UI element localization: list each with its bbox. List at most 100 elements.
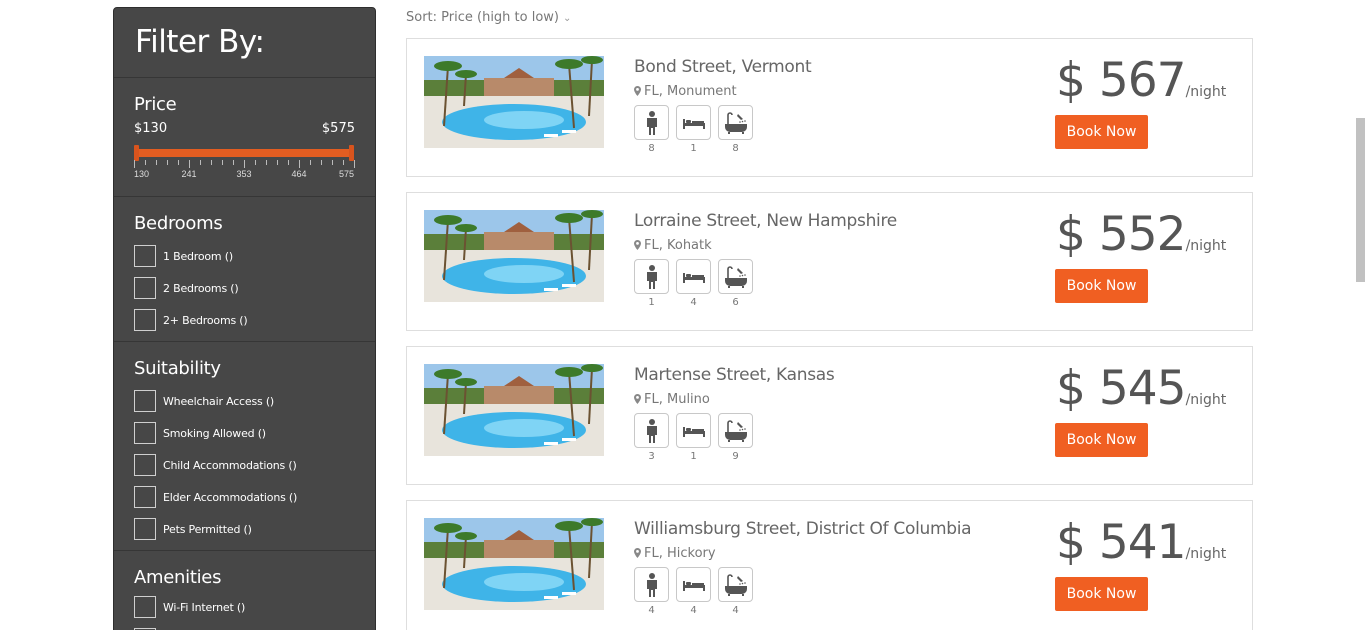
baths-count: 4	[732, 605, 739, 616]
listing-info: Martense Street, Kansas FL, Mulino 3 1 9	[634, 365, 835, 462]
listing-location: FL, Hickory	[634, 546, 971, 561]
listing-amenities: 8 1 8	[634, 105, 811, 154]
baths-count: 6	[732, 297, 739, 308]
price-slider-range	[134, 149, 354, 157]
listing-card: Williamsburg Street, District Of Columbi…	[406, 500, 1253, 630]
amenity-option-wifi[interactable]: Wi-Fi Internet ()	[134, 591, 375, 623]
listing-location: FL, Mulino	[634, 392, 834, 407]
slider-tick	[189, 160, 190, 168]
bed-icon	[682, 118, 705, 129]
page-scrollbar-thumb[interactable]	[1356, 118, 1365, 282]
book-now-button[interactable]: Book Now	[1055, 423, 1148, 457]
listing-street[interactable]: Lorraine Street, New Hampshire	[634, 211, 897, 231]
book-now-button[interactable]: Book Now	[1055, 115, 1148, 149]
property-photo[interactable]	[424, 210, 604, 302]
book-now-button[interactable]: Book Now	[1055, 577, 1148, 611]
suitability-option-wheelchair[interactable]: Wheelchair Access ()	[134, 385, 375, 417]
slider-tick	[321, 160, 322, 165]
beds-amenity: 4	[676, 567, 711, 616]
listing-card: Martense Street, Kansas FL, Mulino 3 1 9	[406, 346, 1253, 485]
bed-icon	[682, 426, 705, 437]
person-icon	[646, 572, 657, 597]
property-photo[interactable]	[424, 518, 604, 610]
tick-label: 464	[291, 169, 307, 179]
checkbox-label: Wheelchair Access ()	[163, 394, 275, 408]
baths-amenity: 8	[718, 105, 753, 154]
price-heading: Price	[134, 94, 177, 115]
bedroom-option-1[interactable]: 1 Bedroom ()	[134, 240, 375, 272]
checkbox[interactable]	[134, 390, 156, 412]
guests-amenity: 4	[634, 567, 669, 616]
suitability-option-pets[interactable]: Pets Permitted ()	[134, 513, 375, 545]
price-amount: $ 567	[1056, 53, 1187, 108]
guests-amenity: 3	[634, 413, 669, 462]
checkbox[interactable]	[134, 422, 156, 444]
slider-tick	[255, 160, 256, 165]
checkbox-label: Child Accommodations ()	[163, 458, 297, 472]
property-photo[interactable]	[424, 56, 604, 148]
checkbox-label: 1 Bedroom ()	[163, 249, 233, 263]
price-min-label: $130	[134, 121, 168, 136]
price-filter: Price $130 $575 130 241 353 464 575	[114, 78, 375, 197]
tick-label: 241	[181, 169, 197, 179]
person-icon	[646, 418, 657, 443]
person-icon	[646, 264, 657, 289]
checkbox[interactable]	[134, 518, 156, 540]
price-range-values: $130 $575	[134, 121, 375, 141]
checkbox-label: 2+ Bedrooms ()	[163, 313, 248, 327]
amenities-heading: Amenities	[134, 567, 222, 588]
sort-dropdown[interactable]: Sort: Price (high to low) ⌄	[406, 10, 571, 25]
listing-amenities: 1 4 6	[634, 259, 897, 308]
amenities-filter: Amenities Wi-Fi Internet ()	[114, 551, 375, 630]
listing-price: $ 552/night	[1056, 207, 1226, 262]
listing-street[interactable]: Bond Street, Vermont	[634, 57, 812, 77]
price-amount: $ 545	[1056, 361, 1187, 416]
amenity-option-next[interactable]	[134, 623, 375, 630]
price-slider-min-handle[interactable]	[134, 145, 139, 161]
bedroom-option-2[interactable]: 2 Bedrooms ()	[134, 272, 375, 304]
bathtub-icon	[724, 573, 747, 596]
baths-amenity: 4	[718, 567, 753, 616]
listing-street[interactable]: Williamsburg Street, District Of Columbi…	[634, 519, 972, 539]
suitability-option-smoking[interactable]: Smoking Allowed ()	[134, 417, 375, 449]
slider-tick	[354, 160, 355, 168]
book-now-button[interactable]: Book Now	[1055, 269, 1148, 303]
checkbox-label: Smoking Allowed ()	[163, 426, 266, 440]
property-photo[interactable]	[424, 364, 604, 456]
slider-tick	[288, 160, 289, 165]
price-amount: $ 541	[1056, 515, 1187, 570]
slider-tick	[244, 160, 245, 168]
beds-count: 4	[690, 605, 697, 616]
price-slider-max-handle[interactable]	[349, 145, 354, 161]
slider-tick	[343, 160, 344, 165]
slider-tick	[167, 160, 168, 165]
suitability-heading: Suitability	[134, 358, 221, 379]
listing-info: Lorraine Street, New Hampshire FL, Kohat…	[634, 211, 897, 308]
beds-amenity: 1	[676, 105, 711, 154]
bedrooms-filter: Bedrooms 1 Bedroom () 2 Bedrooms () 2+ B…	[114, 197, 375, 342]
person-icon	[646, 110, 657, 135]
suitability-option-child[interactable]: Child Accommodations ()	[134, 449, 375, 481]
checkbox[interactable]	[134, 596, 156, 618]
listing-location: FL, Monument	[634, 84, 811, 99]
guests-amenity: 1	[634, 259, 669, 308]
listing-street[interactable]: Martense Street, Kansas	[634, 365, 835, 385]
slider-tick	[211, 160, 212, 165]
suitability-option-elder[interactable]: Elder Accommodations ()	[134, 481, 375, 513]
checkbox[interactable]	[134, 309, 156, 331]
price-slider[interactable]	[134, 145, 354, 161]
map-pin-icon	[634, 548, 641, 558]
bathtub-icon	[724, 265, 747, 288]
listing-price: $ 541/night	[1056, 515, 1226, 570]
checkbox[interactable]	[134, 277, 156, 299]
price-slider-ticks	[134, 160, 355, 168]
checkbox[interactable]	[134, 486, 156, 508]
checkbox-label: Pets Permitted ()	[163, 522, 252, 536]
baths-count: 9	[732, 451, 739, 462]
checkbox[interactable]	[134, 245, 156, 267]
guests-count: 3	[648, 451, 655, 462]
checkbox[interactable]	[134, 454, 156, 476]
bedroom-option-2plus[interactable]: 2+ Bedrooms ()	[134, 304, 375, 336]
page: Filter By: Price $130 $575 130 241 353 4…	[0, 0, 1365, 630]
listing-price: $ 567/night	[1056, 53, 1226, 108]
